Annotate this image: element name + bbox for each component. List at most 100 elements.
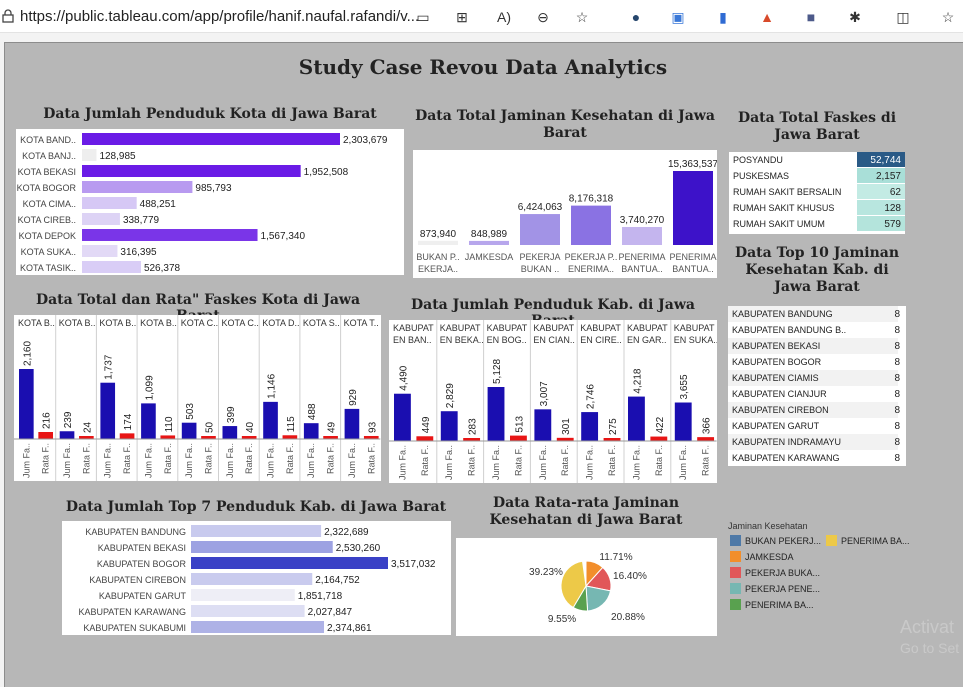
faskes-kota-bar-jum xyxy=(344,408,360,439)
legend-label: PEKERJA PENE... xyxy=(745,584,820,594)
top10-row-value: 8 xyxy=(894,357,900,368)
kota-pop-bar xyxy=(82,245,118,257)
activation-watermark: Activat xyxy=(900,617,955,637)
split-icon[interactable]: ◫ xyxy=(893,7,913,27)
ext3-icon[interactable]: ▮ xyxy=(713,7,733,27)
faskes-kota-chart[interactable]: KOTA B.. 2,160 216 Jum Fa.. Rata F.. KOTA B..… xyxy=(14,315,381,484)
kota-pop-bar xyxy=(82,197,137,209)
faskes-kota-measure-label: Rata F.. xyxy=(285,443,295,474)
jaminan-bar xyxy=(673,171,713,245)
pie-label: 11.71% xyxy=(599,552,632,563)
kota-pop-category: KOTA CIMA.. xyxy=(23,199,76,209)
legend-label: PENERIMA BA... xyxy=(745,600,814,610)
translate-icon[interactable]: ▣ xyxy=(668,7,688,27)
top7-kab-chart[interactable]: KABUPATEN BANDUNG 2,322,689 KABUPATEN BEKA… xyxy=(62,521,451,635)
kota-pop-chart[interactable]: KOTA BAND.. 2,303,679 KOTA BANJ.. 128,985 KO… xyxy=(16,129,404,275)
top7-value: 3,517,032 xyxy=(391,559,436,570)
pie-label: 20.88% xyxy=(611,612,645,623)
kota-pop-category: KOTA BAND.. xyxy=(20,135,76,145)
favorites-bar-icon[interactable]: ☆ xyxy=(938,7,958,27)
faskes-kota-value-jum: 1,146 xyxy=(267,373,278,398)
faskes-kota-column-header: KOTA D.. xyxy=(262,318,299,328)
faskes-kota-measure-label: Rata F.. xyxy=(244,443,254,474)
faskes-kota-measure-label: Rata F.. xyxy=(81,443,91,474)
faskes-kota-value-jum: 1,099 xyxy=(144,375,155,400)
kab-pop-svg: KABUPAT EN BAN.. 4,490 449 Jum Fa.. Rata F.. K… xyxy=(389,320,718,486)
legend-title: Jaminan Kesehatan xyxy=(728,521,808,531)
faskes-kota-column-header: KOTA C.. xyxy=(222,318,259,328)
faskes-kota-measure-label: Rata F.. xyxy=(366,443,376,474)
kab-pop-value-rata: 275 xyxy=(608,418,619,435)
ext4-icon[interactable]: ▲ xyxy=(757,7,777,27)
faskes-kota-bar-rata xyxy=(38,432,54,439)
kab-pop-measure-label: Rata F.. xyxy=(654,445,664,476)
kab-pop-column-header: EN SUKA.. xyxy=(674,335,717,345)
kab-pop-bar-jum xyxy=(394,393,411,441)
top10-row-label: KABUPATEN CIANJUR xyxy=(732,389,827,399)
extensions-icon[interactable]: ✱ xyxy=(845,7,865,27)
faskes-kota-measure-label: Jum Fa.. xyxy=(306,443,316,478)
jaminan-value: 3,740,270 xyxy=(620,215,665,226)
kab-pop-measure-label: Rata F.. xyxy=(513,445,523,476)
jaminan-total-chart[interactable]: 873,940 BUKAN P.. EKERJA.. 848,989 JAMKESDA 6… xyxy=(413,150,718,278)
faskes-row-value: 579 xyxy=(884,219,901,230)
kab-pop-measure-label: Jum Fa.. xyxy=(538,445,548,480)
kab-pop-bar-jum xyxy=(487,387,505,441)
zoom-out-icon[interactable]: ⊖ xyxy=(533,7,553,27)
kota-pop-category: KOTA DEPOK xyxy=(19,231,76,241)
lock-icon[interactable] xyxy=(2,9,14,23)
ext1-icon[interactable]: ● xyxy=(626,7,646,27)
faskes-row-label: RUMAH SAKIT BERSALIN xyxy=(733,187,841,197)
faskes-kota-measure-label: Jum Fa.. xyxy=(225,443,235,478)
top7-bar xyxy=(191,557,388,569)
jaminan-bar xyxy=(622,226,662,245)
jaminan-category: BANTUA.. xyxy=(672,264,714,274)
kab-pop-column-header: EN CIAN.. xyxy=(533,335,575,345)
faskes-total-table[interactable]: POSYANDU 52,744 PUSKESMAS 2,157 RUMAH SAKIT … xyxy=(729,152,905,234)
kota-pop-value: 2,303,679 xyxy=(343,135,388,146)
top10-jaminan-table[interactable]: KABUPATEN BANDUNG 8 KABUPATEN BANDUNG B.. 8… xyxy=(728,306,906,466)
faskes-kota-value-jum: 239 xyxy=(63,411,74,428)
legend-label: BUKAN PEKERJ... xyxy=(745,536,821,546)
kab-pop-column-header: KABUPAT xyxy=(487,323,528,333)
jaminan-category: PEKERJA xyxy=(519,252,560,262)
faskes-row-label: RUMAH SAKIT UMUM xyxy=(733,219,825,229)
top7-bar xyxy=(191,605,305,617)
kota-pop-category: KOTA BANJ.. xyxy=(22,151,76,161)
faskes-kota-column-header: KOTA B.. xyxy=(18,318,55,328)
favorite-icon[interactable]: ☆ xyxy=(572,7,592,27)
legend[interactable]: BUKAN PEKERJ... PENERIMA BA... JAMKESDA PEK… xyxy=(728,534,928,618)
ext5-icon[interactable]: ■ xyxy=(801,7,821,27)
top7-category: KABUPATEN BEKASI xyxy=(98,543,186,553)
kab-pop-column-header: KABUPAT xyxy=(393,323,434,333)
kota-pop-category: KOTA BOGOR xyxy=(17,183,77,193)
kab-pop-bar-jum xyxy=(674,402,692,441)
faskes-kota-value-jum: 503 xyxy=(185,403,196,420)
top7-category: KABUPATEN BANDUNG xyxy=(85,527,186,537)
top10-row-value: 8 xyxy=(894,341,900,352)
faskes-kota-value-rata: 216 xyxy=(42,412,53,429)
reader-icon[interactable]: ▭ xyxy=(413,7,433,27)
read-aloud-icon[interactable]: A) xyxy=(494,7,514,27)
faskes-total-svg: POSYANDU 52,744 PUSKESMAS 2,157 RUMAH SAKIT … xyxy=(733,152,905,231)
kota-pop-value: 338,779 xyxy=(123,215,160,226)
top7-category: KABUPATEN KARAWANG xyxy=(78,607,186,617)
jaminan-avg-chart[interactable]: 11.71% 16.40% 20.88% 9.55% 39.23% xyxy=(456,538,717,636)
top10-row-value: 8 xyxy=(894,389,900,400)
kab-pop-measure-label: Rata F.. xyxy=(560,445,570,476)
dashboard-title: Study Case Revou Data Analytics xyxy=(298,55,668,79)
faskes-row-value: 2,157 xyxy=(876,171,901,182)
top7-value: 1,851,718 xyxy=(298,591,343,602)
kota-pop-value: 526,378 xyxy=(144,263,181,274)
apps-icon[interactable]: ⊞ xyxy=(452,7,472,27)
jaminan-bar xyxy=(520,214,560,245)
browser-toolbar: https://public.tableau.com/app/profile/h… xyxy=(0,0,963,33)
jaminan-category: EKERJA.. xyxy=(418,264,458,274)
top7-bar xyxy=(191,621,325,633)
address-bar-url[interactable]: https://public.tableau.com/app/profile/h… xyxy=(20,8,419,25)
kab-pop-column-header: KABUPAT xyxy=(440,323,481,333)
kab-pop-chart[interactable]: KABUPAT EN BAN.. 4,490 449 Jum Fa.. Rata F.. K… xyxy=(389,320,718,486)
top7-category: KABUPATEN BOGOR xyxy=(97,559,187,569)
top7-value: 2,164,752 xyxy=(315,575,360,586)
jaminan-total-title: Data Total Jaminan Kesehatan di Jawa Bar… xyxy=(415,108,715,141)
